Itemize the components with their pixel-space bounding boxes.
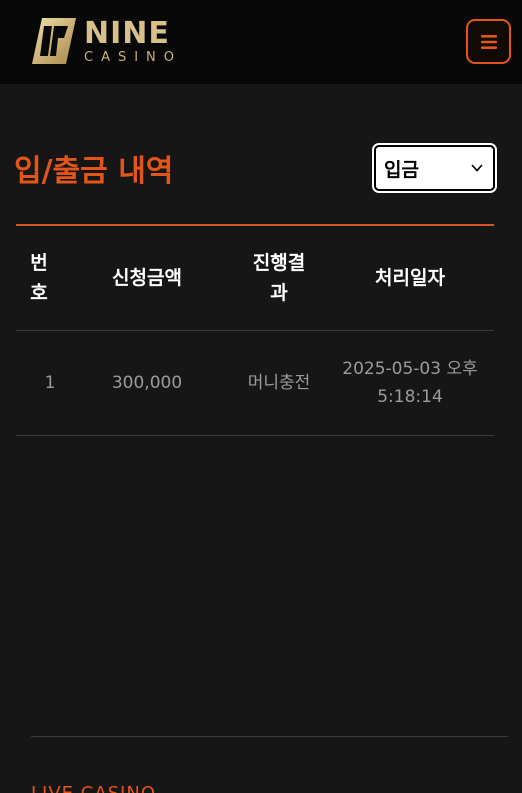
row-1-amount: 300,000 — [111, 373, 183, 393]
footer-divider — [31, 736, 508, 737]
chevron-down-icon — [471, 164, 483, 172]
page-title: 입/출금 내역 — [14, 154, 174, 189]
header-divider — [16, 330, 494, 331]
logo[interactable]: NINE CASINO — [28, 16, 182, 66]
column-header-no: 번 호 — [30, 252, 48, 304]
top-bar: NINE CASINO — [0, 0, 522, 84]
logo-mark-icon — [32, 18, 76, 64]
column-header-date: 처리일자 — [375, 267, 445, 289]
logo-primary-text: NINE — [84, 15, 170, 51]
row-1-no: 1 — [44, 373, 56, 393]
title-divider — [16, 224, 494, 226]
type-filter-select[interactable]: 입금 — [372, 143, 497, 193]
row-1-date: 2025-05-03 오후 5:18:14 — [342, 359, 478, 407]
footer-section-title[interactable]: LIVE CASINO — [31, 783, 156, 793]
logo-secondary-text: CASINO — [84, 49, 183, 65]
row-1-result: 머니충전 — [247, 373, 311, 393]
hamburger-icon — [480, 34, 497, 49]
row-divider — [16, 435, 494, 436]
type-filter-value: 입금 — [384, 158, 419, 181]
column-header-result: 진행결 과 — [252, 252, 306, 304]
column-header-amount: 신청금액 — [112, 267, 182, 289]
menu-button[interactable] — [466, 19, 511, 64]
